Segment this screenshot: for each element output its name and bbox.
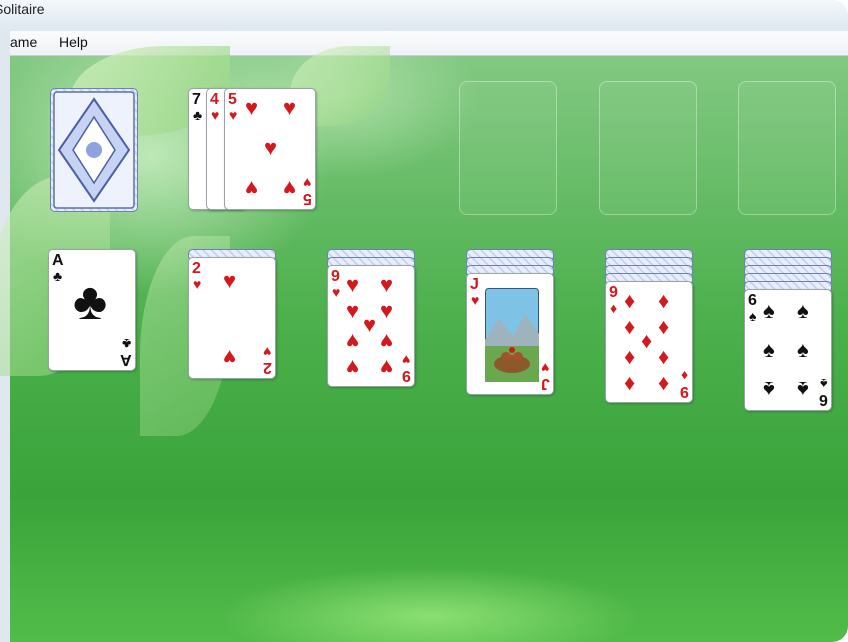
heart-icon: ♥ — [245, 95, 259, 120]
game-board: 7 ♣ 4 ♥ 5 ♥ ♥ ♥ ♥ ♥ ♥ 5 ♥ A ♣ ♣ A ♣ 2 ♥ … — [0, 46, 848, 642]
heart-icon: ♥ — [346, 272, 360, 297]
card-rank: 4 — [210, 91, 219, 108]
heart-icon: ♥ — [223, 345, 237, 370]
heart-icon: ♥ — [302, 175, 311, 191]
card-rank: 5 — [228, 91, 237, 108]
club-icon: ♣ — [121, 336, 131, 352]
heart-icon: ♥ — [380, 355, 394, 380]
heart-icon: ♥ — [401, 352, 410, 368]
spade-icon: ♠ — [797, 377, 809, 402]
spade-icon: ♠ — [763, 298, 775, 323]
heart-icon: ♥ — [380, 272, 394, 297]
tableau-6-top-card[interactable]: 6 ♠ ♠ ♠ ♠ ♠ ♠ ♠ 6 ♠ — [744, 289, 832, 411]
heart-icon: ♥ — [363, 312, 377, 337]
spade-icon: ♠ — [819, 376, 827, 392]
heart-icon: ♥ — [264, 135, 278, 160]
card-rank: 9 — [331, 268, 340, 285]
heart-icon: ♥ — [346, 298, 360, 323]
heart-icon: ♥ — [540, 360, 549, 376]
heart-icon: ♥ — [380, 329, 394, 354]
card-rank: 9 — [609, 284, 618, 301]
card-rank: 9 — [402, 367, 411, 384]
heart-icon: ♥ — [380, 298, 394, 323]
heart-icon: ♥ — [223, 268, 237, 293]
card-rank: A — [120, 351, 132, 368]
heart-icon: ♥ — [346, 355, 360, 380]
foundation-slot-3[interactable] — [738, 81, 836, 215]
tableau-5-top-card[interactable]: 9 ♦ ♦ ♦ ♦ ♦ ♦ ♦ ♦ ♦ ♦ 9 ♦ — [605, 281, 693, 403]
diamond-icon: ♦ — [610, 300, 618, 316]
card-rank: 9 — [680, 383, 689, 400]
diamond-icon: ♦ — [658, 288, 670, 313]
diamond-icon: ♦ — [624, 288, 636, 313]
menu-game[interactable]: ame — [10, 34, 37, 50]
club-icon: ♣ — [193, 107, 203, 123]
card-rank: 6 — [819, 391, 828, 408]
heart-icon: ♥ — [332, 284, 341, 300]
stock-pile[interactable] — [50, 88, 138, 212]
foundation-slot-2[interactable] — [599, 81, 697, 215]
card-rank: 2 — [192, 260, 201, 277]
diamond-icon: ♦ — [658, 344, 670, 369]
card-rank: 7 — [192, 91, 201, 108]
menu-help[interactable]: Help — [59, 34, 88, 50]
diamond-icon: ♦ — [658, 370, 670, 395]
card-rank: J — [470, 276, 479, 293]
card-rank: 2 — [263, 359, 272, 376]
diamond-icon: ♦ — [624, 344, 636, 369]
jack-face-illustration — [485, 288, 539, 382]
spade-icon: ♠ — [797, 337, 809, 362]
heart-icon: ♥ — [283, 95, 297, 120]
card-rank: 5 — [303, 190, 312, 207]
window-title: Solitaire — [0, 1, 45, 17]
spade-icon: ♠ — [763, 337, 775, 362]
waste-card-top[interactable]: 5 ♥ ♥ ♥ ♥ ♥ ♥ 5 ♥ — [224, 88, 316, 210]
heart-icon: ♥ — [346, 329, 360, 354]
solitaire-window: Solitaire ame Help 7 ♣ 4 ♥ — [0, 0, 848, 642]
heart-icon: ♥ — [211, 107, 220, 123]
diamond-icon: ♦ — [658, 314, 670, 339]
card-back-pattern — [53, 91, 135, 209]
diamond-icon: ♦ — [624, 370, 636, 395]
spade-icon: ♠ — [763, 377, 775, 402]
card-rank: J — [541, 375, 550, 392]
tableau-4-top-card[interactable]: J ♥ J ♥ — [466, 273, 554, 395]
tableau-1-top-card[interactable]: A ♣ ♣ A ♣ — [48, 249, 136, 371]
heart-icon: ♥ — [283, 176, 297, 201]
diamond-icon: ♦ — [680, 368, 688, 384]
title-bar[interactable]: Solitaire — [0, 0, 848, 28]
diamond-icon: ♦ — [641, 328, 653, 353]
card-rank: A — [52, 252, 64, 269]
foundation-slot-1[interactable] — [459, 81, 557, 215]
spade-icon: ♠ — [797, 298, 809, 323]
spade-icon: ♠ — [749, 308, 757, 324]
diamond-icon: ♦ — [624, 314, 636, 339]
tableau-3-top-card[interactable]: 9 ♥ ♥ ♥ ♥ ♥ ♥ ♥ ♥ ♥ ♥ 9 ♥ — [327, 265, 415, 387]
heart-icon: ♥ — [471, 292, 480, 308]
heart-icon: ♥ — [229, 107, 238, 123]
card-rank: 6 — [748, 292, 757, 309]
heart-icon: ♥ — [262, 344, 271, 360]
club-icon: ♣ — [73, 273, 108, 331]
heart-icon: ♥ — [245, 176, 259, 201]
tableau-2-top-card[interactable]: 2 ♥ ♥ ♥ 2 ♥ — [188, 257, 276, 379]
heart-icon: ♥ — [193, 276, 202, 292]
club-icon: ♣ — [53, 268, 63, 284]
